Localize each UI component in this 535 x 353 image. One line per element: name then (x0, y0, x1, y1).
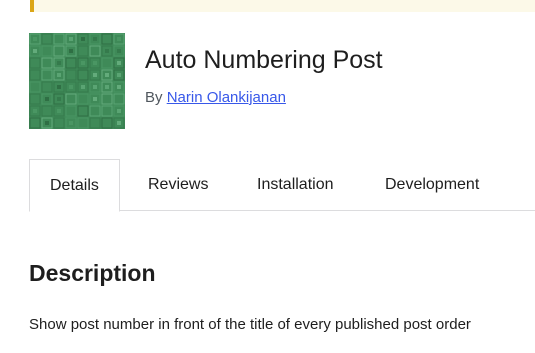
tab-development[interactable]: Development (365, 159, 499, 211)
description-text: Show post number in front of the title o… (29, 316, 471, 333)
plugin-byline: By Narin Olankijanan (145, 89, 286, 106)
tab-installation[interactable]: Installation (237, 159, 354, 211)
notice-banner (30, 0, 535, 12)
tab-details[interactable]: Details (29, 159, 120, 212)
plugin-title: Auto Numbering Post (145, 46, 383, 74)
plugin-pattern-icon (29, 33, 125, 129)
author-link[interactable]: Narin Olankijanan (167, 89, 286, 106)
byline-prefix: By (145, 89, 167, 106)
plugin-tabs: Details Reviews Installation Development (0, 159, 535, 212)
description-heading: Description (29, 260, 156, 286)
tab-reviews[interactable]: Reviews (128, 159, 228, 211)
